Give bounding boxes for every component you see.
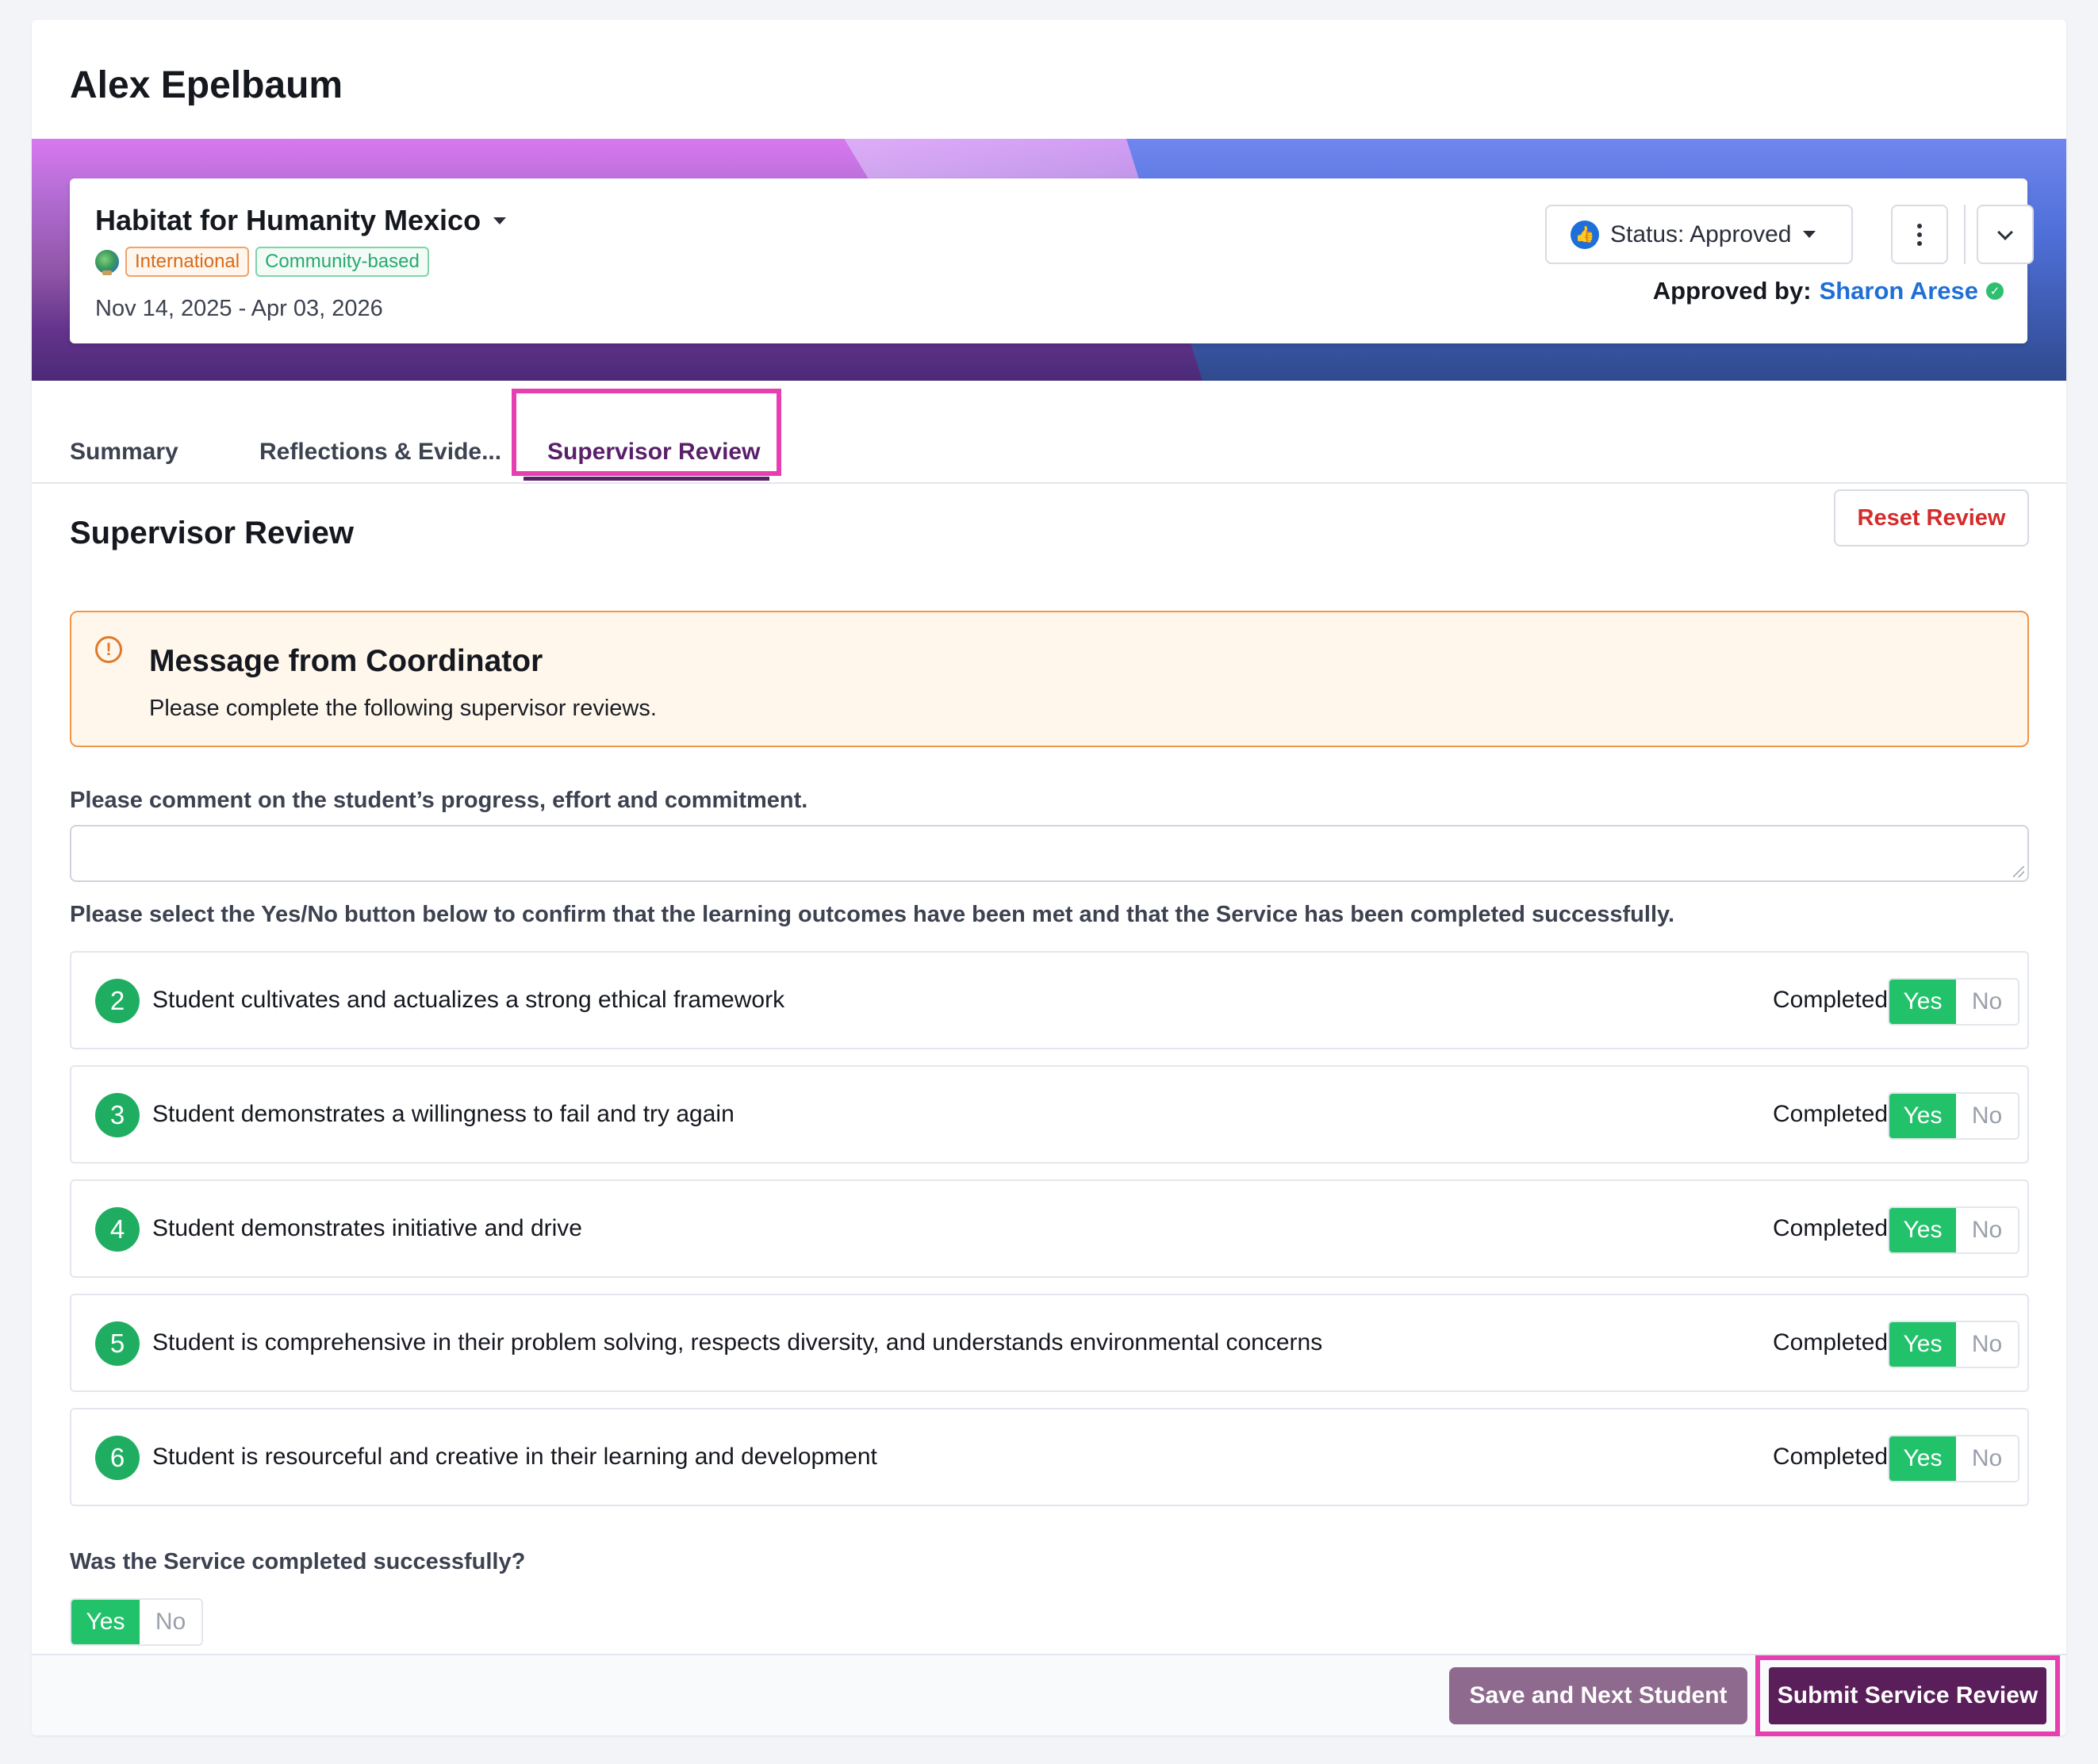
outcome-text: Student demonstrates initiative and driv… xyxy=(152,1215,582,1241)
approver-link[interactable]: Sharon Arese xyxy=(1820,277,1978,305)
yes-no-toggle: Yes No xyxy=(1888,1092,2019,1140)
tab-summary[interactable]: Summary xyxy=(70,439,178,466)
no-button[interactable]: No xyxy=(1956,980,2018,1024)
outcome-row: 4 Student demonstrates initiative and dr… xyxy=(70,1179,2029,1278)
reset-review-button[interactable]: Reset Review xyxy=(1834,489,2029,546)
kebab-dot xyxy=(1917,232,1922,237)
comment-textarea[interactable] xyxy=(70,825,2029,882)
completed-label: Completed: xyxy=(1773,1215,1895,1241)
outcome-text: Student demonstrates a willingness to fa… xyxy=(152,1101,734,1127)
outcome-row: 5 Student is comprehensive in their prob… xyxy=(70,1294,2029,1392)
completed-label: Completed: xyxy=(1773,1329,1895,1356)
no-button[interactable]: No xyxy=(140,1600,201,1644)
outcome-text: Student is comprehensive in their proble… xyxy=(152,1329,1323,1356)
thumbs-up-icon: 👍 xyxy=(1571,220,1599,249)
chevron-down-icon xyxy=(1997,224,2013,240)
kebab-dot xyxy=(1917,223,1922,228)
yes-button[interactable]: Yes xyxy=(1889,1436,1956,1481)
no-button[interactable]: No xyxy=(1956,1208,2018,1252)
outcome-row: 3 Student demonstrates a willingness to … xyxy=(70,1065,2029,1164)
kebab-dot xyxy=(1917,240,1922,246)
submit-highlight-box xyxy=(1755,1655,2060,1736)
service-review-card: Alex Epelbaum Habitat for Humanity Mexic… xyxy=(32,20,2066,1736)
service-dates: Nov 14, 2025 - Apr 03, 2026 xyxy=(95,296,383,321)
outcome-number: 2 xyxy=(95,979,140,1023)
completed-label: Completed: xyxy=(1773,1444,1895,1470)
active-tab-indicator xyxy=(524,477,769,481)
caret-down-icon xyxy=(1802,231,1816,238)
coordinator-message: ! Message from Coordinator Please comple… xyxy=(70,611,2029,747)
service-banner: Habitat for Humanity Mexico Internationa… xyxy=(32,139,2066,381)
more-options-button[interactable] xyxy=(1891,205,1948,264)
globe-icon xyxy=(95,250,119,275)
tab-bar: Summary Reflections & Evide... Superviso… xyxy=(32,408,2066,484)
no-button[interactable]: No xyxy=(1956,1436,2018,1481)
outcome-number: 3 xyxy=(95,1093,140,1137)
outcome-text: Student cultivates and actualizes a stro… xyxy=(152,987,785,1013)
yes-button[interactable]: Yes xyxy=(71,1600,140,1644)
yes-no-toggle: Yes No xyxy=(1888,1321,2019,1368)
outcome-number: 4 xyxy=(95,1207,140,1252)
outcome-number: 5 xyxy=(95,1321,140,1366)
approved-by-label: Approved by: xyxy=(1652,277,1812,305)
service-completed-toggle: Yes No xyxy=(70,1598,203,1646)
outcome-row: 6 Student is resourceful and creative in… xyxy=(70,1408,2029,1506)
yes-no-toggle: Yes No xyxy=(1888,1435,2019,1482)
tab-highlight-box xyxy=(512,389,781,476)
outcome-row: 2 Student cultivates and actualizes a st… xyxy=(70,951,2029,1049)
yes-button[interactable]: Yes xyxy=(1889,1094,1956,1138)
tag-international: International xyxy=(125,247,250,277)
yes-button[interactable]: Yes xyxy=(1889,1208,1956,1252)
comment-prompt: Please comment on the student’s progress… xyxy=(70,788,808,813)
yes-button[interactable]: Yes xyxy=(1889,980,1956,1024)
section-title: Supervisor Review xyxy=(70,516,354,550)
service-tags: International Community-based xyxy=(95,247,429,277)
completed-label: Completed: xyxy=(1773,1101,1895,1127)
tag-community-based: Community-based xyxy=(255,247,429,277)
status-label: Status: Approved xyxy=(1610,220,1792,247)
divider xyxy=(1964,205,1966,264)
no-button[interactable]: No xyxy=(1956,1322,2018,1367)
yes-no-toggle: Yes No xyxy=(1888,1206,2019,1254)
alert-icon: ! xyxy=(95,636,122,663)
resize-handle-icon[interactable] xyxy=(2013,866,2024,877)
caret-down-icon xyxy=(493,217,507,224)
outcome-text: Student is resourceful and creative in t… xyxy=(152,1444,877,1470)
yes-button[interactable]: Yes xyxy=(1889,1322,1956,1367)
final-question: Was the Service completed successfully? xyxy=(70,1549,526,1574)
outcome-number: 6 xyxy=(95,1436,140,1480)
message-title: Message from Coordinator xyxy=(149,644,543,678)
service-title: Habitat for Humanity Mexico xyxy=(95,204,481,236)
tab-reflections-evidence[interactable]: Reflections & Evide... xyxy=(259,439,501,466)
message-body: Please complete the following supervisor… xyxy=(149,696,657,721)
expand-button[interactable] xyxy=(1977,205,2034,264)
verified-check-icon: ✓ xyxy=(1986,282,2004,300)
approved-by: Approved by: Sharon Arese ✓ xyxy=(1653,277,2004,305)
service-info-card: Habitat for Humanity Mexico Internationa… xyxy=(70,178,2034,343)
service-title-dropdown[interactable]: Habitat for Humanity Mexico xyxy=(95,204,507,237)
completed-label: Completed: xyxy=(1773,987,1895,1013)
yes-no-toggle: Yes No xyxy=(1888,978,2019,1026)
save-and-next-button[interactable]: Save and Next Student xyxy=(1449,1667,1747,1724)
status-dropdown[interactable]: 👍 Status: Approved xyxy=(1545,205,1853,264)
confirm-prompt: Please select the Yes/No button below to… xyxy=(70,902,1675,927)
student-name: Alex Epelbaum xyxy=(70,64,343,106)
no-button[interactable]: No xyxy=(1956,1094,2018,1138)
